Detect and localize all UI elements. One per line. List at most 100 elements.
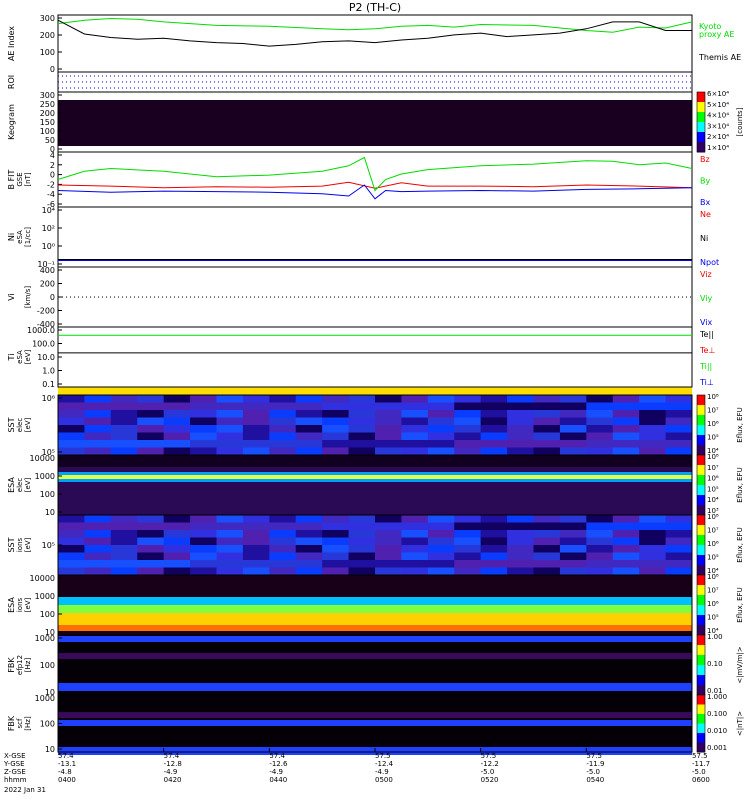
- y-axis-label-2: ions: [16, 537, 24, 552]
- colorbar-segment: [697, 615, 705, 626]
- spectrogram-cell: [348, 552, 376, 561]
- spectrogram-cell: [533, 432, 561, 441]
- spectrogram-cell: [586, 417, 614, 426]
- spectrogram-band2: [58, 605, 692, 613]
- spectrogram-cell: [163, 447, 191, 456]
- y-axis-label-2: efp12: [16, 655, 24, 675]
- y-axis-unit: [eV]: [24, 597, 32, 612]
- colorbar-tick: 10⁷: [707, 587, 719, 595]
- spectrogram-cell: [348, 515, 376, 523]
- spectrogram-cell: [269, 545, 297, 553]
- y-tick-label: 300: [40, 91, 55, 100]
- spectrogram-cell: [137, 410, 165, 418]
- legend-entry: Themis AE: [698, 53, 741, 62]
- spectrogram-cell: [322, 402, 350, 411]
- spectrogram-cell: [190, 402, 217, 411]
- y-axis-label: ESA: [7, 597, 16, 613]
- footer-value: -4.9: [269, 768, 283, 776]
- spectrogram-cell: [480, 425, 508, 433]
- spectrogram-cell: [665, 447, 693, 456]
- y-axis-label-2: elec: [16, 418, 24, 433]
- spectrogram-cell: [322, 537, 350, 546]
- spectrogram-cell: [586, 530, 614, 538]
- spectrogram-cell: [137, 440, 165, 448]
- colorbar-tick: 10⁸: [707, 513, 719, 521]
- footer-value: -12.6: [269, 760, 288, 768]
- spectrogram-cell: [322, 417, 350, 426]
- spectrogram-cell: [401, 560, 429, 568]
- footer-value: 57.5: [481, 752, 497, 760]
- spectrogram-cell: [375, 432, 402, 441]
- spectrogram-cell: [137, 545, 165, 553]
- spectrogram-cell: [480, 522, 508, 531]
- colorbar-segment: [697, 545, 705, 556]
- y-axis-unit: [eV]: [24, 537, 32, 552]
- spectrogram-cell: [322, 395, 350, 403]
- spectrogram-cell: [612, 417, 640, 426]
- spectrogram-cell: [216, 410, 244, 418]
- keogram-image: [58, 100, 692, 146]
- spectrogram-cell: [322, 447, 350, 456]
- spectrogram-cell: [110, 410, 138, 418]
- spectrogram-cell: [190, 447, 217, 456]
- footer-value: -12.4: [375, 760, 394, 768]
- separator-band: [58, 387, 692, 395]
- y-tick-label: 0: [50, 171, 55, 180]
- footer-value: 57.5: [586, 752, 602, 760]
- colorbar-tick: 0.10: [707, 660, 723, 668]
- spectrogram-cell: [190, 395, 217, 403]
- y-tick-label: 10: [45, 745, 55, 754]
- spectrogram-cell: [163, 552, 191, 561]
- colorbar-tick: 1.000: [707, 693, 727, 701]
- spectrogram-cell: [401, 440, 429, 448]
- y-tick-label: 2: [50, 161, 55, 170]
- spectrogram-cell: [533, 552, 561, 561]
- spectrogram-cell: [58, 402, 85, 411]
- spectrogram-cell: [480, 447, 508, 456]
- spectrogram-cell: [401, 425, 429, 433]
- spectrogram-cell: [480, 530, 508, 538]
- spectrogram-cell: [216, 447, 244, 456]
- spectrogram-cell: [163, 545, 191, 553]
- spectrogram-cell: [375, 402, 402, 411]
- spectrogram-cell: [84, 395, 112, 403]
- legend-entry: Ti⊥: [699, 378, 714, 387]
- footer-value: -12.2: [481, 760, 499, 768]
- spectrogram-cell: [454, 447, 482, 456]
- y-tick-label: 10⁰: [42, 242, 55, 251]
- panel-esa_e: 10100100010000ESA elec [eV]10³10⁴10⁵10⁶10⁷…: [7, 453, 744, 517]
- panel-fbk_b: 10 100 1000 FBK scf [Hz] 0.001 0.010 0.100 1.000 <…: [7, 693, 744, 755]
- spectrogram-cell: [163, 402, 191, 411]
- y-axis-unit: [nT]: [24, 172, 32, 186]
- colorbar-tick: 10⁶: [707, 540, 719, 548]
- footer-value: 0440: [269, 776, 287, 784]
- spectrogram-cell: [269, 530, 297, 538]
- spectrogram-cell: [348, 545, 376, 553]
- legend-entry: Bx: [700, 198, 710, 207]
- colorbar-label: <|nT|>: [736, 711, 744, 736]
- spectrogram-cell: [559, 410, 587, 418]
- spectrogram-cell: [612, 552, 640, 561]
- colorbar-segment: [697, 695, 705, 705]
- legend-entry: Bz: [700, 155, 710, 164]
- spectrogram-cell: [269, 522, 297, 531]
- spectrogram-cell: [401, 515, 429, 523]
- spectrogram-cell: [427, 537, 455, 546]
- spectrogram-cell: [665, 515, 693, 523]
- spectrogram-cell: [507, 560, 534, 568]
- footer-value: -11.9: [586, 760, 604, 768]
- spectrogram-cell: [269, 552, 297, 561]
- spectrogram-cell: [639, 447, 667, 456]
- colorbar-tick: 10⁵: [707, 554, 719, 562]
- footer-value: 0400: [58, 776, 76, 784]
- spectrogram-cell: [559, 537, 587, 546]
- spectrogram-cell: [454, 395, 482, 403]
- spectrogram-cell: [480, 515, 508, 523]
- spectrogram-cell: [507, 567, 534, 576]
- spectrogram-cell: [533, 522, 561, 531]
- y-axis-label: Vi: [7, 293, 16, 301]
- spectrogram-cell: [401, 545, 429, 553]
- y-axis-label: FBK: [7, 715, 16, 731]
- colorbar-segment: [697, 575, 705, 586]
- colorbar-segment: [697, 535, 705, 546]
